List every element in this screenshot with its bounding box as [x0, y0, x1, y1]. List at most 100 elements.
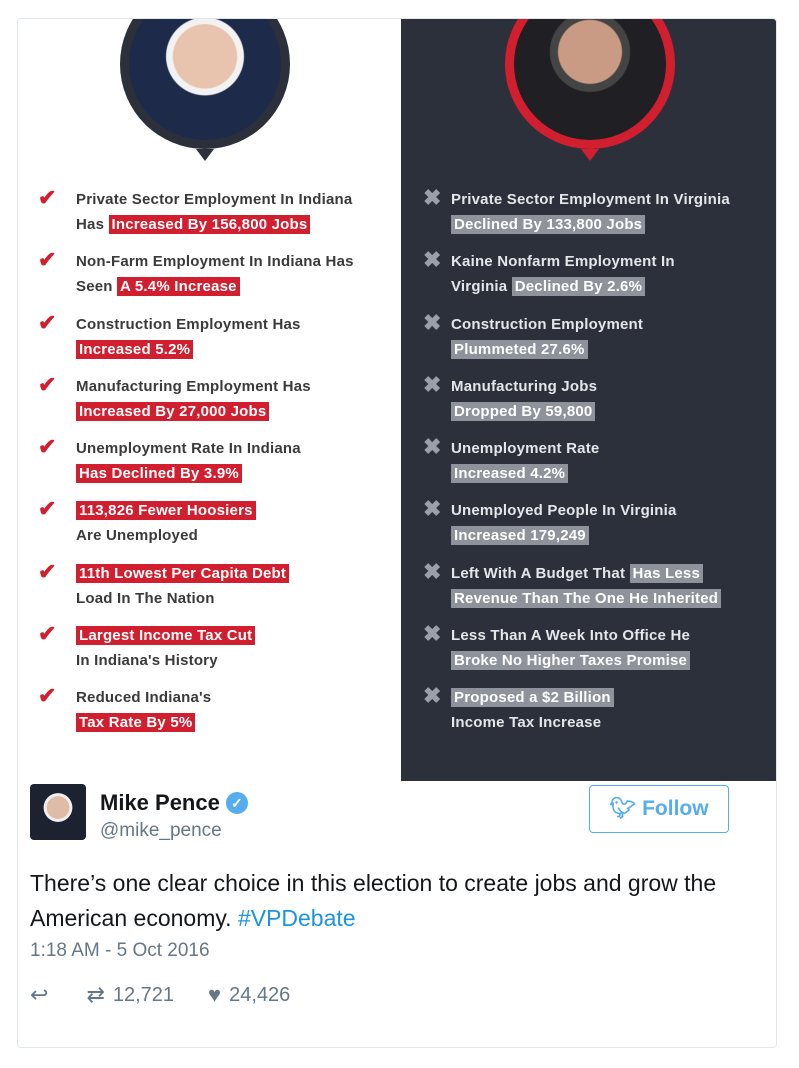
stat-line: Left With A Budget That Has Less: [451, 563, 776, 588]
twitter-bird-icon: 🐦︎: [609, 797, 637, 820]
stat-text: Are Unemployed: [76, 527, 198, 545]
infographic-image[interactable]: ✔ Private Sector Employment In Indiana Has…: [18, 19, 776, 781]
checkmark-icon: ✔: [38, 371, 57, 397]
stat-text: Unemployment Rate: [451, 440, 600, 458]
verified-badge-icon: ✓: [225, 792, 248, 814]
checkmark-icon: ✔: [38, 558, 57, 584]
stat-highlight: Increased 179,249: [451, 526, 589, 546]
pence-portrait: [120, 19, 290, 161]
pence-panel: ✔ Private Sector Employment In Indiana Has…: [18, 19, 401, 781]
stat-text: Manufacturing Employment Has: [76, 377, 311, 395]
like-icon[interactable]: ♥: [208, 982, 221, 1008]
stat-line: Broke No Higher Taxes Promise: [451, 650, 776, 675]
stat-highlight: Declined By 133,800 Jobs: [451, 215, 646, 234]
checkmark-icon: ✔: [38, 434, 57, 460]
stat-line: Proposed a $2 Billion: [451, 687, 776, 712]
stat-highlight: Largest Income Tax Cut: [76, 626, 256, 646]
x-icon: ✖: [423, 496, 442, 522]
stat-text: Less Than A Week Into Office He: [451, 627, 691, 645]
stat-text: In Indiana's History: [76, 652, 218, 670]
stat-line: Increased 5.2%: [76, 339, 401, 364]
follow-button[interactable]: 🐦︎ Follow: [589, 785, 729, 833]
stat-text: Seen: [76, 278, 113, 296]
stat-item: ✖ Left With A Budget That Has Less Revenue…: [401, 558, 776, 625]
x-icon: ✖: [423, 371, 442, 397]
retweet-icon[interactable]: ⇄: [86, 982, 104, 1008]
user-name[interactable]: Mike Pence ✓: [100, 790, 248, 816]
stat-highlight: Has Declined By 3.9%: [76, 464, 242, 484]
stat-line: Unemployment Rate: [451, 438, 776, 463]
stat-line: Manufacturing Jobs: [451, 376, 776, 401]
stat-line: Has Increased By 156,800 Jobs: [76, 214, 401, 239]
x-icon: ✖: [423, 683, 442, 709]
stat-highlight: Plummeted 27.6%: [451, 339, 588, 359]
stat-line: Tax Rate By 5%: [76, 712, 401, 737]
stat-item: ✔ 11th Lowest Per Capita Debt Load In The …: [18, 558, 401, 625]
stat-line: Income Tax Increase: [451, 712, 776, 737]
stat-text: Private Sector Employment In Virginia: [451, 191, 730, 208]
checkmark-icon: ✔: [38, 496, 57, 522]
reply-icon[interactable]: ↩: [30, 982, 48, 1008]
stat-line: Has Declined By 3.9%: [76, 463, 401, 488]
stat-line: Plummeted 27.6%: [451, 339, 776, 364]
stat-highlight: Has Less: [629, 563, 704, 583]
stat-line: Unemployed People In Virginia: [451, 500, 776, 525]
stat-line: Unemployment Rate In Indiana: [76, 438, 401, 463]
stat-text: Load In The Nation: [76, 589, 215, 607]
x-icon: ✖: [423, 558, 442, 584]
stat-highlight: Proposed a $2 Billion: [451, 688, 614, 708]
stat-item: ✔ Reduced Indiana's Tax Rate By 5%: [18, 685, 401, 749]
stat-line: Private Sector Employment In Indiana: [76, 189, 401, 214]
stat-highlight: Broke No Higher Taxes Promise: [451, 651, 691, 671]
stat-item: ✔ Largest Income Tax Cut In Indiana's Hist…: [18, 621, 401, 687]
checkmark-icon: ✔: [38, 185, 57, 210]
stat-highlight: Increased By 27,000 Jobs: [76, 401, 270, 421]
stat-line: Kaine Nonfarm Employment In: [451, 251, 776, 276]
stat-item: ✔ 113,826 Fewer Hoosiers Are Unemployed: [18, 496, 401, 562]
stat-text: Income Tax Increase: [451, 714, 602, 732]
stat-item: ✖ Private Sector Employment In Virginia De…: [401, 187, 776, 251]
stat-line: Manufacturing Employment Has: [76, 376, 401, 401]
stat-item: ✔ Manufacturing Employment Has Increased B…: [18, 371, 401, 438]
checkmark-icon: ✔: [38, 621, 57, 647]
stat-line: Less Than A Week Into Office He: [451, 625, 776, 650]
stat-highlight: Increased 4.2%: [451, 464, 569, 484]
stat-line: Construction Employment: [451, 314, 776, 339]
user-handle[interactable]: @mike_pence: [100, 820, 222, 842]
stat-item: ✖ Unemployment Rate Increased 4.2%: [401, 434, 776, 500]
stat-line: Largest Income Tax Cut: [76, 625, 401, 650]
avatar[interactable]: [30, 784, 86, 840]
stat-line: In Indiana's History: [76, 650, 401, 675]
stat-item: ✔ Non-Farm Employment In Indiana Has Seen …: [18, 247, 401, 313]
stat-highlight: Declined By 2.6%: [511, 277, 646, 297]
stat-text: Unemployed People In Virginia: [451, 502, 677, 520]
stat-text: Left With A Budget That: [451, 564, 626, 582]
checkmark-icon: ✔: [38, 247, 57, 273]
stat-highlight: 11th Lowest Per Capita Debt: [76, 563, 290, 583]
stat-text: Construction Employment: [451, 315, 644, 333]
stat-highlight: Increased 5.2%: [76, 339, 194, 359]
x-icon: ✖: [423, 621, 442, 647]
stat-highlight: Tax Rate By 5%: [76, 713, 196, 733]
stat-item: ✔ Unemployment Rate In Indiana Has Decline…: [18, 434, 401, 500]
stat-line: Reduced Indiana's: [76, 687, 401, 712]
x-icon: ✖: [423, 309, 442, 335]
stat-line: Increased 4.2%: [451, 463, 776, 488]
stat-text: Manufacturing Jobs: [451, 377, 598, 395]
x-icon: ✖: [423, 434, 442, 460]
x-icon: ✖: [423, 247, 442, 273]
stat-item: ✖ Proposed a $2 Billion Income Tax Increas…: [401, 683, 776, 749]
stat-line: Are Unemployed: [76, 525, 401, 550]
stat-text: Non-Farm Employment In Indiana Has: [76, 253, 354, 271]
stat-item: ✖ Kaine Nonfarm Employment In Virginia Dec…: [401, 247, 776, 313]
stat-highlight: Increased By 156,800 Jobs: [108, 215, 311, 234]
stat-line: Virginia Declined By 2.6%: [451, 276, 776, 301]
stat-highlight: Dropped By 59,800: [451, 401, 596, 421]
timestamp[interactable]: 1:18 AM - 5 Oct 2016: [30, 940, 210, 962]
tweet-actions: ↩ ⇄ 12,721 ♥ 24,426: [30, 982, 290, 1008]
hashtag-link[interactable]: #VPDebate: [238, 905, 356, 931]
stat-item: ✖ Unemployed People In Virginia Increased …: [401, 496, 776, 562]
stat-line: Revenue Than The One He Inherited: [451, 588, 776, 613]
stat-item: ✔ Construction Employment Has Increased 5.…: [18, 311, 401, 376]
stat-line: Increased By 27,000 Jobs: [76, 401, 401, 426]
